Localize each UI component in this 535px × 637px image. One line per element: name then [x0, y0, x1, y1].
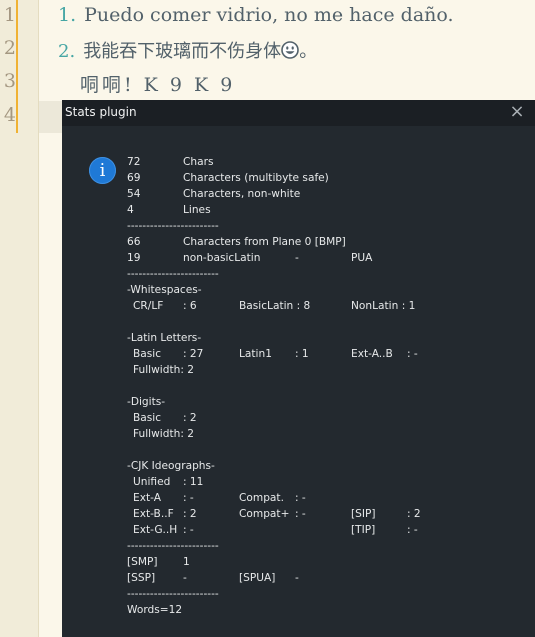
line-text: 哃哃! K 9 K 9 [80, 74, 236, 96]
stat-value: : 2 [407, 508, 421, 520]
stat-value: : 2 [183, 412, 197, 424]
line-number: 1 [3, 4, 16, 26]
stats-dialog: Stats plugin × i 72 Chars 69 Characters (m… [62, 100, 535, 637]
line-number: 3 [3, 70, 16, 92]
stat-value: : - [295, 508, 306, 520]
section-title: -Latin Letters- [127, 332, 202, 344]
stat-label: Ext-A..B [351, 348, 393, 360]
stat-value: : 1 [295, 348, 309, 360]
stat-value: 54 [127, 188, 141, 200]
stat-label: Fullwidth: 2 [133, 364, 194, 376]
stat-value: 19 [127, 252, 141, 264]
section-title: -CJK Ideographs- [127, 460, 215, 472]
section-title: -Whitespaces- [127, 284, 202, 296]
stat-label: Lines [183, 204, 211, 216]
dialog-title-bar[interactable]: Stats plugin × [62, 100, 535, 126]
modified-lines-marker [16, 0, 18, 133]
line-number: 2 [3, 37, 16, 59]
separator-text: ------------------------ [127, 220, 219, 232]
stat-value: : - [295, 492, 306, 504]
section-title: -Digits- [127, 396, 166, 408]
stat-label: Chars [183, 156, 214, 168]
stat-label: Ext-A [133, 492, 161, 504]
stat-label: Latin1 [239, 348, 272, 360]
info-icon: i [89, 157, 116, 184]
stat-value: : 11 [183, 476, 204, 488]
stat-label: [SIP] [351, 508, 376, 520]
editor-line-3[interactable]: 哃哃! K 9 K 9 [80, 70, 235, 97]
stat-label: Unified [133, 476, 171, 488]
stat-value: : - [407, 524, 418, 536]
stat-label: NonLatin : 1 [351, 300, 416, 312]
stat-label: Characters, non-white [183, 188, 301, 200]
stat-label: Characters (multibyte safe) [183, 172, 329, 184]
list-marker: 2. [58, 41, 76, 62]
editor-line-1[interactable]: 1. Puedo comer vidrio, no me hace daño. [58, 4, 454, 26]
stat-value: 72 [127, 156, 141, 168]
stat-value: - [295, 572, 299, 584]
editor-line-2[interactable]: 2. 我能吞下玻璃而不伤身体 。 [58, 37, 317, 63]
stat-value: - [295, 252, 299, 264]
stat-value: : - [183, 524, 194, 536]
stat-value: - [183, 572, 187, 584]
stat-value: : 6 [183, 300, 197, 312]
word-count: Words=12 [127, 604, 183, 616]
stat-value: : - [407, 348, 418, 360]
stat-label: Fullwidth: 2 [133, 428, 194, 440]
list-marker: 1. [58, 4, 77, 26]
stat-label: Compat. [239, 492, 284, 504]
stat-label: CR/LF [133, 300, 164, 312]
stat-value: : - [183, 492, 194, 504]
line-number: 4 [3, 104, 16, 126]
stat-value: 69 [127, 172, 141, 184]
stat-label: Ext-G..H [133, 524, 178, 536]
stat-label: Compat+ [239, 508, 290, 520]
stat-label: [SSP] [127, 572, 156, 584]
stat-value: 1 [183, 556, 190, 568]
stat-value: : 2 [183, 508, 197, 520]
stat-value: 66 [127, 236, 141, 248]
stat-label: [SPUA] [239, 572, 276, 584]
stat-value: 4 [127, 204, 134, 216]
stat-label: BasicLatin : 8 [239, 300, 311, 312]
separator-text: ------------------------ [127, 588, 219, 600]
line-trailing: 。 [299, 41, 318, 62]
stat-value: : 27 [183, 348, 204, 360]
stat-label: non-basicLatin [183, 252, 261, 264]
line-text: 我能吞下玻璃而不伤身体 [83, 41, 282, 62]
stat-label: Basic [133, 348, 162, 360]
stat-label: Characters from Plane 0 [BMP] [183, 236, 346, 248]
stat-label: Ext-B..F [133, 508, 174, 520]
separator-text: ------------------------ [127, 540, 219, 552]
stat-label: [TIP] [351, 524, 376, 536]
stat-label: Basic [133, 412, 162, 424]
grinning-face-emoji-icon [281, 41, 299, 59]
dialog-title: Stats plugin [65, 105, 137, 119]
stat-label: PUA [351, 252, 373, 264]
stat-label: [SMP] [127, 556, 158, 568]
line-number-gutter [0, 0, 39, 637]
separator-text: ------------------------ [127, 268, 219, 280]
line-text: Puedo comer vidrio, no me hace daño. [84, 4, 454, 26]
close-icon[interactable]: × [507, 102, 527, 122]
